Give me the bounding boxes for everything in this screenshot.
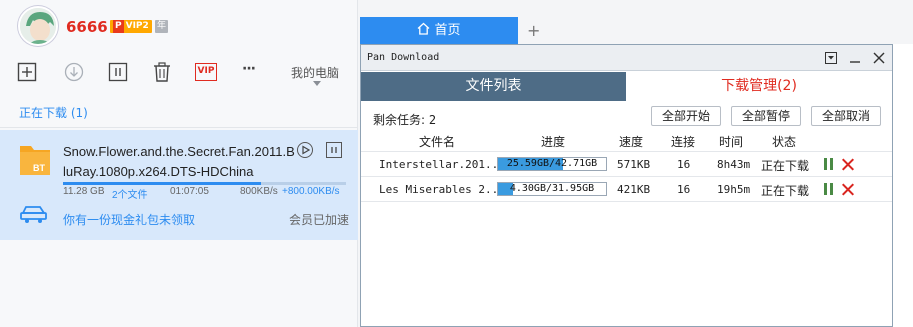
row-status: 正在下载 <box>761 184 810 198</box>
close-icon[interactable] <box>871 50 887 66</box>
remaining-count: 2 <box>428 113 437 127</box>
home-icon <box>418 22 430 35</box>
chevron-down-icon[interactable] <box>313 81 321 86</box>
my-pc-menu[interactable]: 我的电脑 <box>291 64 339 81</box>
row-connections: 16 <box>677 158 691 171</box>
download-item[interactable]: BT Snow.Flower.and.the.Secret.Fan.2011.B… <box>0 130 358 240</box>
member-boost-label: 会员已加速 <box>289 213 350 227</box>
file-count[interactable]: 2个文件 <box>112 186 148 201</box>
download-progress-fill <box>63 182 262 185</box>
downloading-section-title[interactable]: 正在下载 (1) <box>19 104 88 121</box>
tab-home-label: 首页 <box>434 23 461 38</box>
col-time: 时间 <box>719 135 744 149</box>
avatar[interactable] <box>18 6 58 46</box>
divider <box>361 201 892 202</box>
tab-download-manager[interactable]: 下载管理(2) <box>626 72 892 101</box>
table-row[interactable]: Les Miserables 2... 4.30GB/31.95GB 421KB… <box>361 177 892 201</box>
pause-icon[interactable] <box>824 158 834 170</box>
pause-icon[interactable] <box>824 183 834 195</box>
pause-all-icon[interactable] <box>108 62 128 82</box>
new-task-icon[interactable] <box>17 62 37 82</box>
row-time: 19h5m <box>717 183 751 196</box>
bt-file-icon: BT <box>20 146 50 175</box>
start-all-button[interactable]: 全部开始 <box>651 106 721 126</box>
file-size: 11.28 GB <box>63 186 105 197</box>
cancel-all-button[interactable]: 全部取消 <box>811 106 881 126</box>
row-time: 8h43m <box>717 158 751 171</box>
col-speed: 速度 <box>619 135 644 149</box>
dialog-title: Pan Download <box>367 52 440 63</box>
table-row[interactable]: Interstellar.201... 25.59GB/42.71GB 571K… <box>361 152 892 176</box>
time-remaining: 01:07:05 <box>170 186 209 197</box>
row-progress-text: 4.30GB/31.95GB <box>509 183 595 194</box>
divider <box>0 127 358 128</box>
remaining-tasks: 剩余任务: 2 <box>373 111 436 128</box>
row-status: 正在下载 <box>761 159 810 173</box>
download-speed: 800KB/s <box>240 186 278 197</box>
tab-file-list[interactable]: 文件列表 <box>361 72 626 101</box>
car-icon[interactable] <box>20 203 48 225</box>
row-progress-bar: 25.59GB/42.71GB <box>497 157 607 171</box>
boost-speed: +800.00KB/s <box>282 186 340 197</box>
download-progress-bar <box>63 182 346 185</box>
more-icon[interactable]: ··· <box>242 62 264 82</box>
row-file-name: Interstellar.201... <box>379 158 505 171</box>
tab-home[interactable]: 首页 <box>360 17 518 44</box>
minimize-icon[interactable] <box>847 50 863 66</box>
row-file-name: Les Miserables 2... <box>379 183 505 196</box>
row-progress-bar: 4.30GB/31.95GB <box>497 182 607 196</box>
row-speed: 571KB <box>617 158 651 171</box>
pause-all-button[interactable]: 全部暂停 <box>731 106 801 126</box>
trash-icon[interactable] <box>152 62 172 82</box>
download-icon[interactable] <box>64 62 84 82</box>
vip-level-badge: P VIP2 <box>110 20 152 33</box>
row-progress-text: 25.59GB/42.71GB <box>506 158 598 169</box>
vip-p-label: P <box>113 20 124 33</box>
play-circle-icon[interactable] <box>297 142 313 158</box>
vip-level-label: VIP2 <box>125 21 149 31</box>
row-speed: 421KB <box>617 183 651 196</box>
col-filename: 文件名 <box>419 135 456 149</box>
col-status: 状态 <box>772 135 797 149</box>
dialog-title-bar[interactable]: Pan Download <box>361 45 892 71</box>
close-icon[interactable] <box>841 158 854 171</box>
download-file-name: Snow.Flower.and.the.Secret.Fan.2011.BluR… <box>63 144 295 179</box>
vip-icon[interactable]: VIP <box>195 63 217 81</box>
bt-icon-text: BT <box>33 163 45 173</box>
remaining-label: 剩余任务: <box>373 113 426 127</box>
pan-download-dialog: Pan Download 文件列表 下载管理(2) 剩余任务: 2 全部开始 全… <box>360 44 893 327</box>
col-progress: 进度 <box>541 135 566 149</box>
close-icon[interactable] <box>841 183 854 196</box>
year-badge: 年 <box>155 20 168 33</box>
left-panel: 6666 P VIP2 年 VIP ··· 我的电脑 正在下载 (1) BT S… <box>0 0 358 327</box>
row-connections: 16 <box>677 183 691 196</box>
new-tab-button[interactable]: + <box>527 23 540 39</box>
username: 6666 <box>66 18 108 36</box>
col-connections: 连接 <box>671 135 696 149</box>
promo-link[interactable]: 你有一份现金礼包未领取 <box>63 211 195 228</box>
pause-icon[interactable] <box>326 142 342 158</box>
menu-icon[interactable] <box>823 50 839 66</box>
